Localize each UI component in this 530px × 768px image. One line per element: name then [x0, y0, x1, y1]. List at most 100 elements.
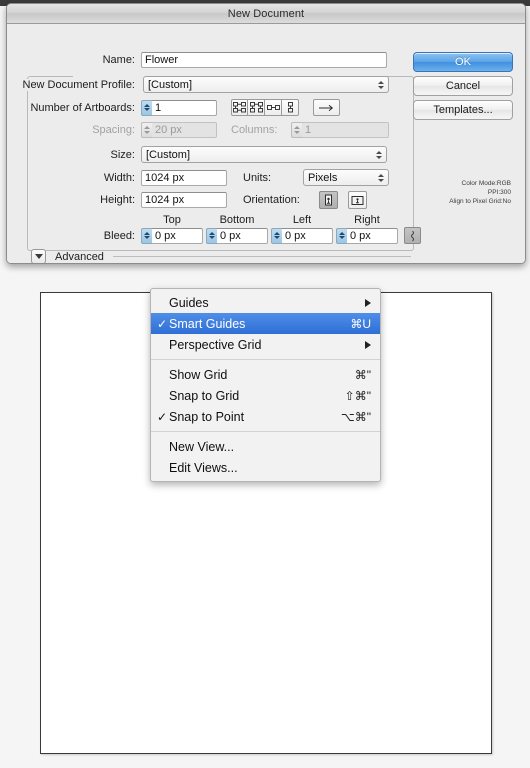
dialog-titlebar: New Document — [7, 4, 525, 24]
ok-button[interactable]: OK — [413, 52, 513, 72]
summary-align-pixel-grid: Align to Pixel Grid:No — [449, 198, 511, 205]
profile-select[interactable]: [Custom] — [143, 76, 389, 93]
units-select-value: Pixels — [308, 171, 338, 184]
menu-item-smart-guides[interactable]: ✓ Smart Guides ⌘U — [151, 313, 380, 334]
menu-item-label: Guides — [169, 295, 209, 310]
bleed-right-input[interactable]: 0 px — [347, 227, 398, 244]
units-select[interactable]: Pixels — [303, 169, 389, 186]
spacing-input: 20 px — [152, 122, 217, 138]
stepper-arrows-icon — [376, 150, 382, 159]
bleed-top-input[interactable]: 0 px — [152, 227, 203, 244]
bleed-top-stepper[interactable]: 0 px — [141, 227, 203, 244]
submenu-arrow-icon — [365, 298, 371, 307]
bleed-top-header: Top — [163, 214, 181, 226]
checkmark-icon: ✓ — [157, 409, 168, 424]
name-label: Name: — [102, 54, 135, 66]
artboards-input[interactable]: 1 — [152, 99, 217, 116]
bleed-bottom-input[interactable]: 0 px — [217, 227, 268, 244]
stepper-arrows-icon — [378, 173, 384, 182]
cancel-button[interactable]: Cancel — [413, 76, 513, 96]
bleed-right-header: Right — [354, 214, 380, 226]
advanced-divider — [112, 256, 411, 257]
spacing-columns-row: Spacing: 20 px Columns: 1 — [7, 122, 407, 138]
submenu-arrow-icon — [365, 340, 371, 349]
menu-item-new-view[interactable]: New View... — [151, 436, 380, 457]
bleed-row: Bleed: 0 px 0 px 0 px 0 px — [7, 227, 427, 244]
bleed-left-header: Left — [292, 214, 312, 226]
menu-item-label: Perspective Grid — [169, 337, 262, 352]
bleed-left-stepper-arrows-icon[interactable] — [271, 227, 282, 244]
size-select[interactable]: [Custom] — [141, 146, 387, 163]
dialog-title: New Document — [227, 7, 305, 20]
profile-label: New Document Profile: — [7, 78, 137, 91]
menu-item-edit-views[interactable]: Edit Views... — [151, 457, 380, 478]
height-orientation-row: Height: 1024 px Orientation: — [7, 191, 407, 209]
artboard-single-row-icon[interactable] — [265, 99, 282, 116]
bleed-label: Bleed: — [103, 229, 135, 242]
columns-stepper-arrows-icon — [291, 122, 302, 138]
menu-item-show-grid[interactable]: Show Grid ⌘" — [151, 364, 380, 385]
artboards-stepper-arrows-icon[interactable] — [141, 99, 152, 116]
screen-root: New Document Name: Flower New Document P… — [0, 0, 530, 768]
bleed-right-stepper-arrows-icon[interactable] — [336, 227, 347, 244]
artboard-single-column-icon[interactable] — [282, 99, 299, 116]
menu-separator — [151, 431, 380, 432]
artboards-row: Number of Artboards: 1 — [7, 99, 437, 116]
menu-item-shortcut: ⇧⌘" — [344, 388, 371, 403]
menu-item-perspective-grid[interactable]: Perspective Grid — [151, 334, 380, 355]
units-label: Units: — [243, 171, 272, 184]
menu-item-label: New View... — [169, 439, 235, 454]
menu-item-guides[interactable]: Guides — [151, 292, 380, 313]
artboards-stepper[interactable]: 1 — [141, 99, 217, 116]
columns-label: Columns: — [231, 124, 278, 136]
bleed-bottom-stepper-arrows-icon[interactable] — [206, 227, 217, 244]
name-row: Name: Flower — [7, 52, 393, 68]
menu-item-snap-to-point[interactable]: ✓ Snap to Point ⌥⌘" — [151, 406, 380, 427]
bleed-link-icon[interactable] — [404, 227, 421, 244]
height-input[interactable]: 1024 px — [141, 192, 227, 208]
orientation-label: Orientation: — [243, 194, 300, 206]
new-document-dialog: New Document Name: Flower New Document P… — [6, 3, 526, 264]
menu-item-label: Show Grid — [169, 367, 228, 382]
menu-item-shortcut: ⌥⌘" — [340, 409, 371, 424]
menu-separator — [151, 359, 380, 360]
columns-stepper: 1 — [291, 122, 389, 138]
bleed-top-stepper-arrows-icon[interactable] — [141, 227, 152, 244]
size-row: Size: [Custom] — [7, 146, 393, 163]
name-input[interactable]: Flower — [141, 52, 387, 68]
width-label: Width: — [103, 171, 135, 184]
width-input[interactable]: 1024 px — [141, 169, 227, 186]
menu-item-label: Snap to Grid — [169, 388, 240, 403]
bleed-left-input[interactable]: 0 px — [282, 227, 333, 244]
document-summary: Color Mode:RGB PPI:300 Align to Pixel Gr… — [399, 179, 511, 206]
spacing-stepper-arrows-icon — [141, 122, 152, 138]
artboard-grid-by-row-icon[interactable] — [231, 99, 248, 116]
bleed-bottom-stepper[interactable]: 0 px — [206, 227, 268, 244]
spacing-stepper: 20 px — [141, 122, 217, 138]
summary-ppi: PPI:300 — [487, 189, 511, 196]
menu-item-shortcut: ⌘" — [354, 367, 371, 382]
bleed-bottom-header: Bottom — [219, 214, 255, 226]
menu-item-label: Edit Views... — [169, 460, 238, 475]
columns-input: 1 — [302, 122, 389, 138]
width-units-row: Width: 1024 px Units: Pixels — [7, 169, 407, 186]
height-label: Height: — [100, 194, 135, 206]
bleed-left-stepper[interactable]: 0 px — [271, 227, 333, 244]
dialog-body: Name: Flower New Document Profile: [Cust… — [7, 24, 525, 263]
artboards-label: Number of Artboards: — [30, 101, 135, 114]
menu-item-label: Snap to Point — [169, 409, 245, 424]
profile-row: New Document Profile: [Custom] — [7, 76, 393, 93]
stepper-arrows-icon — [378, 80, 384, 89]
artboard-layout-group[interactable] — [231, 99, 299, 116]
advanced-row[interactable]: Advanced — [31, 249, 411, 263]
disclosure-triangle-icon[interactable] — [31, 249, 46, 263]
menu-item-snap-to-grid[interactable]: Snap to Grid ⇧⌘" — [151, 385, 380, 406]
artboard-grid-by-column-icon[interactable] — [248, 99, 265, 116]
orientation-portrait-icon[interactable] — [319, 191, 338, 209]
bleed-right-stepper[interactable]: 0 px — [336, 227, 398, 244]
artboard-flow-direction-icon[interactable] — [313, 99, 340, 116]
templates-button[interactable]: Templates... — [413, 100, 513, 120]
size-label: Size: — [110, 148, 135, 161]
menu-item-label: Smart Guides — [169, 316, 246, 331]
orientation-landscape-icon[interactable] — [348, 191, 367, 209]
